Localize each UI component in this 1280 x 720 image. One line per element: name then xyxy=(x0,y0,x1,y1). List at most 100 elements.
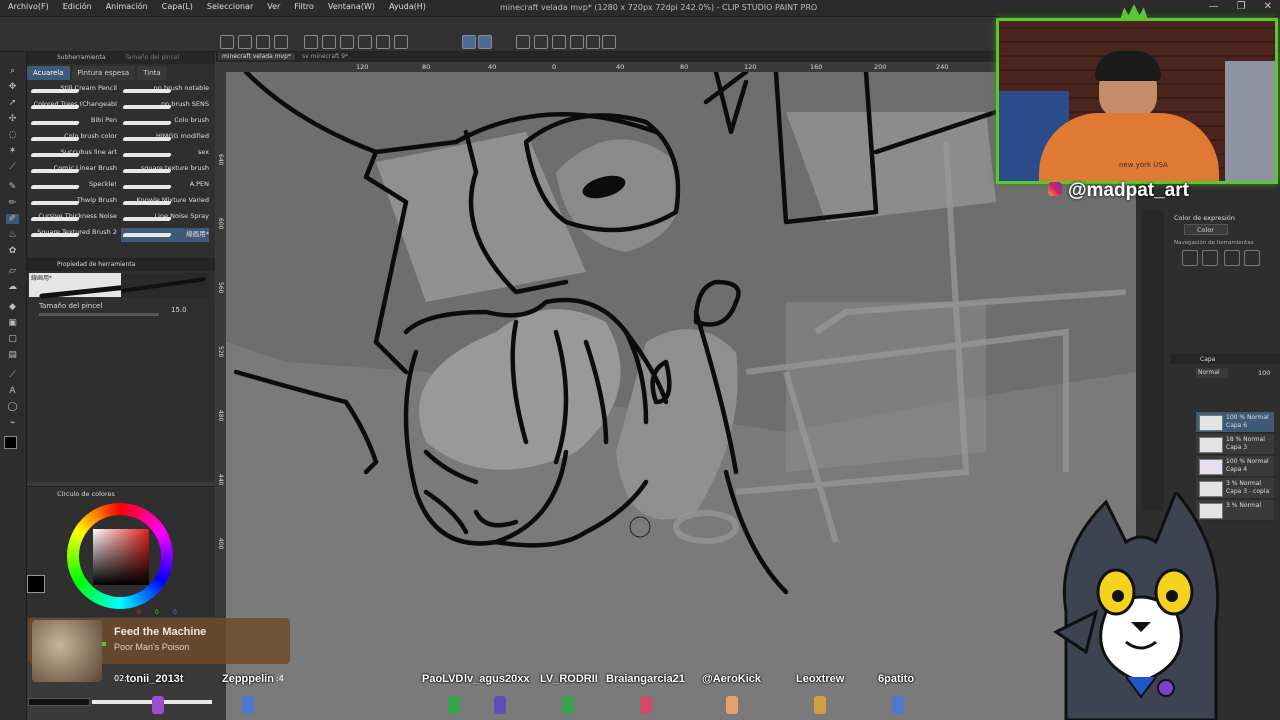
fit-icon[interactable] xyxy=(570,35,584,49)
layer-name: Capa 6 xyxy=(1226,422,1248,429)
tool-bar: ⌕ ✥ ➚ ✣ ◌ ✶ ⟋ ✎ ✏ ✐ ♨ ✿ ▱ ☁ ◆ ▣ □ ▤ ⟋ A … xyxy=(0,52,27,720)
brush-item[interactable]: Comic Linear Brush xyxy=(29,164,117,178)
brush-item[interactable]: Speckle! xyxy=(29,180,117,194)
copy-icon[interactable] xyxy=(274,35,288,49)
snap-grid-icon[interactable] xyxy=(478,35,492,49)
subtool-header-tab[interactable]: Subherramienta xyxy=(57,54,105,61)
tab-watercolor[interactable]: Acuarela xyxy=(27,66,70,80)
correct-line-icon[interactable]: ⌁ xyxy=(6,418,19,428)
save-icon[interactable] xyxy=(256,35,270,49)
menu-file[interactable]: Archivo(F) xyxy=(8,2,49,11)
brush-item[interactable]: Line Noise Spray xyxy=(121,212,209,226)
open-icon[interactable] xyxy=(238,35,252,49)
move-layer-icon[interactable]: ✣ xyxy=(6,114,19,124)
brush-item[interactable]: Succubus line art xyxy=(29,148,117,162)
airbrush-icon[interactable]: ♨ xyxy=(6,230,19,240)
main-color-swatch[interactable] xyxy=(4,436,17,449)
brush-size-value[interactable]: 15.0 xyxy=(171,306,187,314)
ruler-tool-icon[interactable]: ⟋ xyxy=(6,370,19,380)
figure-tool-icon[interactable]: □ xyxy=(6,334,19,344)
auto-select-icon[interactable]: ✶ xyxy=(6,146,19,156)
layer-row-capa-6[interactable]: 100 % Normal Capa 6 xyxy=(1196,412,1274,433)
nav-icon-3[interactable] xyxy=(1224,250,1240,266)
brush-tool-icon[interactable]: ✐ xyxy=(6,214,19,224)
minimize-button[interactable]: — xyxy=(1209,1,1219,12)
crop-icon[interactable] xyxy=(394,35,408,49)
brush-item[interactable]: sex xyxy=(121,148,209,162)
layer-row-capa-4[interactable]: 100 % Normal Capa 4 xyxy=(1196,456,1274,477)
brush-item[interactable]: 線画用* xyxy=(121,228,209,242)
nav-icon-4[interactable] xyxy=(1244,250,1260,266)
flip-icon[interactable] xyxy=(534,35,548,49)
settings-icon[interactable] xyxy=(586,35,600,49)
frame-tool-icon[interactable]: ▤ xyxy=(6,350,19,360)
close-button[interactable]: ✕ xyxy=(1264,1,1272,12)
gradient-icon[interactable]: ▣ xyxy=(6,318,19,328)
snap-ruler-icon[interactable] xyxy=(462,35,476,49)
eraser-icon[interactable]: ▱ xyxy=(6,266,19,276)
nav-icon-2[interactable] xyxy=(1202,250,1218,266)
menu-select[interactable]: Seleccionar xyxy=(207,2,253,11)
brush-item[interactable]: Colo brush xyxy=(121,116,209,130)
brush-item[interactable]: Cursive Thickness Noise xyxy=(29,212,117,226)
hue-ring[interactable] xyxy=(67,503,173,609)
window-icon[interactable] xyxy=(602,35,616,49)
blend-tool-icon[interactable]: ☁ xyxy=(6,282,19,292)
brush-item[interactable]: Knowle Mixture Varied xyxy=(121,196,209,210)
chat-name: lv_agus20xx xyxy=(464,673,530,685)
menu-edit[interactable]: Edición xyxy=(63,2,92,11)
brush-item[interactable]: Thwip Brush xyxy=(29,196,117,210)
brush-item[interactable]: Still Cream Pencil xyxy=(29,84,117,98)
brush-size-header-tab[interactable]: Tamaño del pincel xyxy=(125,54,179,61)
brush-item[interactable]: HIMGG modified xyxy=(121,132,209,146)
transform-icon[interactable] xyxy=(376,35,390,49)
move-tool-icon[interactable]: ✥ xyxy=(6,82,19,92)
menu-help[interactable]: Ayuda(H) xyxy=(389,2,426,11)
brush-size-slider[interactable] xyxy=(39,313,159,316)
ruler-tick: 120 xyxy=(744,63,757,71)
rotate-icon[interactable] xyxy=(516,35,530,49)
undo-icon[interactable] xyxy=(304,35,318,49)
blend-mode-select[interactable]: Normal xyxy=(1196,368,1228,378)
pen-tool-icon[interactable]: ✎ xyxy=(6,182,19,192)
pencil-tool-icon[interactable]: ✏ xyxy=(6,198,19,208)
new-icon[interactable] xyxy=(220,35,234,49)
layer-opacity[interactable]: 100 xyxy=(1258,369,1270,377)
balloon-tool-icon[interactable]: ◯ xyxy=(6,402,19,412)
saturation-square[interactable] xyxy=(93,529,149,585)
fill-tool-icon[interactable]: ◆ xyxy=(6,302,19,312)
redo-icon[interactable] xyxy=(322,35,336,49)
brush-item[interactable]: square texture brush xyxy=(121,164,209,178)
brush-item[interactable]: A.PEN xyxy=(121,180,209,194)
red-value: 0 xyxy=(137,609,141,616)
text-tool-icon[interactable]: A xyxy=(6,386,19,396)
maximize-button[interactable]: ❐ xyxy=(1237,1,1246,12)
brush-item[interactable]: nn brush SENS xyxy=(121,100,209,114)
lasso-tool-icon[interactable]: ◌ xyxy=(6,130,19,140)
brush-item[interactable]: Colo brush color xyxy=(29,132,117,146)
brush-item[interactable]: Square Textured Brush 2 xyxy=(29,228,117,242)
menu-view[interactable]: Ver xyxy=(267,2,280,11)
operation-tool-icon[interactable]: ➚ xyxy=(6,98,19,108)
brush-item[interactable]: Bibi Pen xyxy=(29,116,117,130)
menu-window[interactable]: Ventana(W) xyxy=(328,2,375,11)
tab-thick-paint[interactable]: Pintura espesa xyxy=(71,66,136,80)
brush-item[interactable]: Colored Trees (Changeabl xyxy=(29,100,117,114)
expression-color-select[interactable]: Color xyxy=(1184,224,1228,235)
menu-filter[interactable]: Filtro xyxy=(294,2,314,11)
layer-row-capa-3[interactable]: 18 % Normal Capa 3 xyxy=(1196,434,1274,455)
main-color[interactable] xyxy=(27,575,45,593)
tab-ink[interactable]: Tinta xyxy=(137,66,167,80)
document-tab-active[interactable]: minecraft velada mvp* xyxy=(218,53,295,60)
spinner-icon[interactable] xyxy=(340,35,354,49)
menu-animation[interactable]: Animación xyxy=(106,2,148,11)
document-tab-2[interactable]: sv minecraft 9* xyxy=(302,53,348,60)
zoom-tool-icon[interactable]: ⌕ xyxy=(6,66,19,76)
clear-icon[interactable] xyxy=(358,35,372,49)
eyedropper-icon[interactable]: ⟋ xyxy=(6,162,19,172)
menu-layer[interactable]: Capa(L) xyxy=(162,2,193,11)
zoom-icon[interactable] xyxy=(552,35,566,49)
brush-item[interactable]: nn brush notable xyxy=(121,84,209,98)
nav-icon-1[interactable] xyxy=(1182,250,1198,266)
decoration-icon[interactable]: ✿ xyxy=(6,246,19,256)
